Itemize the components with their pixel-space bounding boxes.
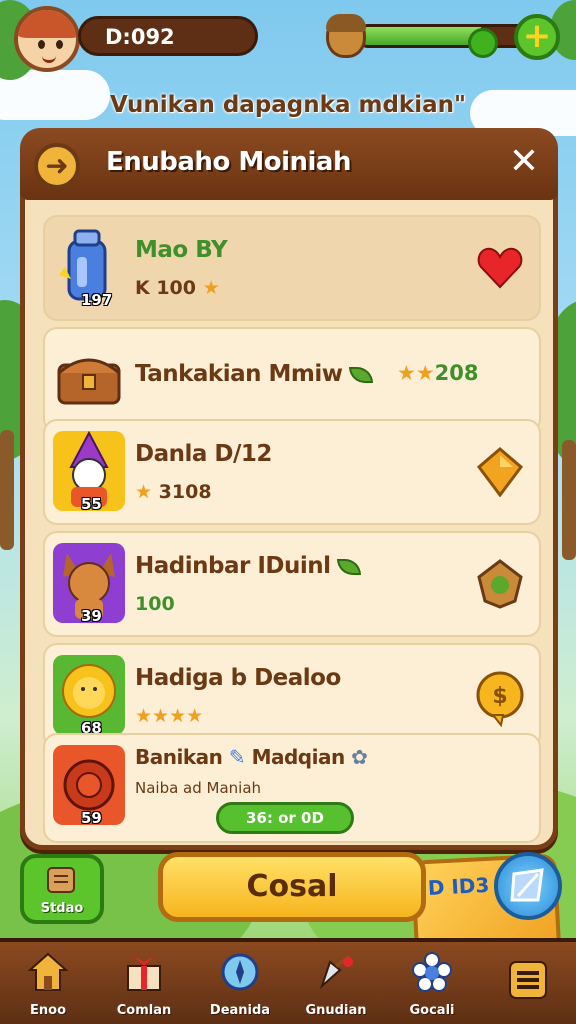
item-title: Hadiga b Dealoo [135,665,341,691]
item-title: Hadinbar IDuinl [135,553,331,579]
item-title: Mao BY [135,237,228,263]
energy-knob [467,28,498,58]
nav-item-home[interactable]: Enoo [0,946,96,1024]
arrow-right-icon: ➜ [45,149,69,182]
list-item[interactable]: 55 Danla D/12 ★ 3108 [43,419,541,525]
nav-label: Enoo [30,1003,66,1018]
nav-label: Deanida [209,1003,271,1018]
quest-panel: ➜ Enubaho Moiniah ✕ 197 Mao BY K 100 ★ T… [20,128,562,965]
left-action-label: Stdao [40,901,84,916]
star-icon: ★ [202,277,220,299]
panel-header: ➜ Enubaho Moiniah ✕ [20,128,558,200]
item-title: Banikan [135,745,223,769]
dog-icon: 39 [53,543,125,625]
acorn-icon [475,559,525,609]
coin-icon[interactable]: $ [475,671,525,728]
flower-icon [412,952,452,992]
star-icon: ★ [135,481,153,503]
item-title: Danla D/12 [135,441,272,467]
svg-text:$: $ [492,684,507,709]
main-action-button[interactable]: Cosal [158,852,426,922]
gift-box-icon [127,956,161,991]
item-title: Tankakian Mmiw [135,361,343,387]
nav-item-compass[interactable]: Deanida [192,946,288,1024]
nav-item-social[interactable]: Gocali [384,946,480,1024]
currency-counter: D:092 [78,16,258,56]
item-title-2: Madqian [251,745,346,769]
menu-icon [509,961,547,999]
shovel-icon [319,954,353,990]
bottom-navigation: Enoo Comlan Deanida Gnudian Gocali [0,938,576,1024]
leaf-icon [348,366,373,383]
map-icon [510,868,544,902]
nav-label: Gnudian [305,1003,367,1018]
energy-bar: + [326,14,560,60]
gem-icon [475,447,525,498]
close-button[interactable]: ✕ [502,140,546,184]
star-icon: ★★ [397,361,435,385]
bottle-icon: 197 [53,227,125,309]
star-rating: ★★★★ [135,705,204,727]
heart-icon [475,243,525,293]
add-energy-button[interactable]: + [514,14,560,60]
item-level: 39 [81,607,102,625]
item-level: 59 [81,809,102,827]
nav-item-gifts[interactable]: Comlan [96,946,192,1024]
nav-item-garden[interactable]: Gnudian [288,946,384,1024]
item-value: 3108 [158,481,212,503]
gnome-icon: 55 [53,430,125,513]
list-item[interactable]: Tankakian Mmiw ★★208 [43,327,541,433]
drum-icon: 59 [53,745,125,827]
list-item[interactable]: 39 Hadinbar IDuinl 100 [43,531,541,637]
item-level: 197 [81,291,113,309]
panel-title: Enubaho Moiniah [106,147,351,177]
left-action-button[interactable]: Stdao [20,854,104,924]
leaf-icon [336,558,361,575]
pencil-icon: ✎ [228,745,246,769]
flower-icon: ✿ [351,745,368,769]
player-avatar[interactable] [14,6,80,72]
claim-button[interactable]: 36: or 0D [216,802,354,834]
nav-label: Comlan [116,1003,172,1018]
map-button[interactable] [494,852,562,920]
acorn-icon [326,14,366,58]
headline: Vunikan dapagnka mdkian" [110,92,466,118]
item-description: Naiba ad Maniah [135,779,262,797]
back-button[interactable]: ➜ [34,143,80,189]
currency-value: D:092 [105,25,175,49]
lion-icon: 68 [53,655,125,737]
nav-label: Gocali [409,1003,455,1018]
item-level: 55 [81,495,102,513]
item-tag: D ID3 [427,872,490,900]
list-item[interactable]: 197 Mao BY K 100 ★ [43,215,541,321]
nav-item-menu[interactable] [480,946,576,1024]
item-reward: 208 [434,361,479,385]
home-icon [28,952,68,991]
scroll-icon [47,867,75,893]
item-value: 100 [135,593,175,615]
treasure-chest-icon [53,339,125,419]
compass-icon [221,953,259,991]
item-value: K 100 [135,277,196,299]
